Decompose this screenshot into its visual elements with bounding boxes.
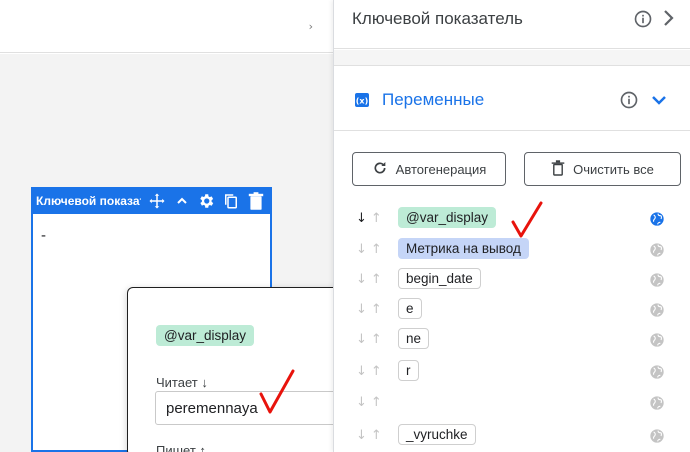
variable-row[interactable]: ↓↑ begin_date — [334, 268, 690, 292]
variables-section-header[interactable]: (x) Переменные — [334, 67, 690, 131]
autogenerate-label: Автогенерация — [395, 161, 487, 177]
chevron-right-icon[interactable]: › — [309, 20, 313, 33]
variables-title: Переменные — [382, 90, 485, 109]
read-write-arrows[interactable]: ↓↑ — [356, 272, 386, 287]
refresh-icon — [372, 160, 388, 179]
variable-row[interactable]: ↓↑ r — [334, 360, 690, 384]
variable-chip[interactable]: @var_display — [398, 207, 496, 228]
trash-icon — [551, 159, 565, 179]
variable-row[interactable]: ↓↑ Метрика на вывод — [334, 238, 690, 262]
properties-panel: Ключевой показатель (x) Переменные Автог… — [333, 0, 690, 452]
info-icon[interactable] — [633, 9, 653, 34]
read-write-arrows[interactable]: ↓↑ — [356, 211, 386, 226]
globe-icon[interactable] — [649, 302, 665, 323]
chevron-right-icon[interactable] — [661, 8, 677, 33]
widget-title[interactable]: Ключевой показатель — [36, 194, 142, 208]
panel-title: Ключевой показатель — [352, 9, 523, 28]
read-write-arrows[interactable]: ↓↑ — [356, 242, 386, 257]
read-write-arrows[interactable]: ↓↑ — [356, 332, 386, 347]
popup-variable-chip: @var_display — [156, 325, 254, 346]
writes-label: Пишет ↑ — [156, 443, 206, 452]
variable-chip[interactable]: r — [398, 360, 419, 381]
panel-header: Ключевой показатель — [334, 0, 690, 49]
variable-icon: (x) — [354, 92, 370, 113]
read-write-arrows[interactable]: ↓↑ — [356, 364, 386, 379]
autogenerate-button[interactable]: Автогенерация — [352, 152, 506, 186]
clear-all-label: Очистить все — [573, 161, 654, 177]
variable-chip[interactable]: e — [398, 298, 422, 319]
widget-value: - — [41, 227, 46, 244]
globe-icon[interactable] — [649, 364, 665, 385]
read-write-arrows[interactable]: ↓↑ — [356, 395, 386, 410]
globe-icon[interactable] — [649, 395, 665, 416]
read-write-arrows[interactable]: ↓↑ — [356, 302, 386, 317]
variable-chip[interactable]: _vyruchke — [398, 424, 476, 445]
variable-chip[interactable]: ne — [398, 328, 430, 349]
reads-label: Читает ↓ — [156, 375, 208, 390]
canvas-topbar: › — [0, 0, 333, 53]
variable-chip[interactable]: Метрика на вывод — [398, 238, 529, 259]
globe-icon[interactable] — [649, 242, 665, 263]
variable-row[interactable]: ↓↑ _vyruchke — [334, 424, 690, 448]
clear-all-button[interactable]: Очистить все — [524, 152, 681, 186]
trash-icon[interactable] — [245, 190, 267, 212]
widget-tools — [141, 187, 272, 214]
globe-icon[interactable] — [649, 332, 665, 353]
variable-row[interactable]: ↓↑ e — [334, 298, 690, 322]
svg-text:(x): (x) — [356, 97, 368, 106]
variable-chip[interactable]: begin_date — [398, 268, 481, 289]
globe-icon[interactable] — [649, 428, 665, 449]
chevron-up-icon[interactable] — [171, 190, 193, 212]
read-write-arrows[interactable]: ↓↑ — [356, 428, 386, 443]
variable-row[interactable]: ↓↑ ne — [334, 328, 690, 352]
info-icon[interactable] — [619, 90, 639, 115]
annotation-checkmark — [511, 201, 543, 238]
panel-divider — [334, 50, 690, 66]
globe-icon[interactable] — [649, 211, 665, 232]
gear-icon[interactable] — [195, 190, 217, 212]
globe-icon[interactable] — [649, 272, 665, 293]
variable-row[interactable]: ↓↑ — [334, 391, 690, 415]
copy-icon[interactable] — [220, 190, 242, 212]
move-icon[interactable] — [146, 190, 168, 212]
chevron-down-icon[interactable] — [650, 92, 668, 113]
widget-toolbar: Ключевой показатель — [31, 187, 272, 214]
annotation-checkmark — [259, 369, 295, 414]
